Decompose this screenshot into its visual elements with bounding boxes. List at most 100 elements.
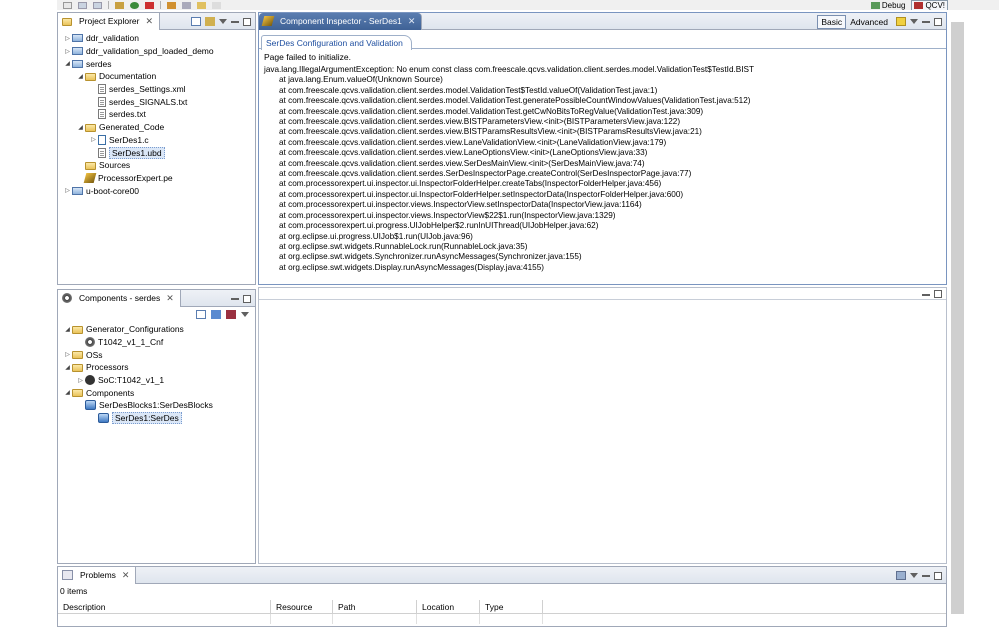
tree-item[interactable]: serdes_Settings.xml xyxy=(58,83,255,96)
close-icon[interactable]: ✕ xyxy=(406,16,416,27)
tree-item[interactable]: SerDes1:SerDes xyxy=(58,412,255,425)
maximize-icon[interactable] xyxy=(243,17,251,26)
debug-run-icon[interactable] xyxy=(130,1,139,9)
navigate-forward-icon[interactable] xyxy=(212,1,221,9)
collapsed-arrow-icon[interactable]: ▷ xyxy=(63,48,72,55)
tab-project-explorer[interactable]: Project Explorer ✕ xyxy=(58,12,161,30)
components-view: Components - serdes ✕ ◢ Generator_Configu… xyxy=(57,289,256,564)
processor-expert-icon[interactable] xyxy=(115,1,124,9)
project-icon xyxy=(72,186,83,195)
advanced-mode-button[interactable]: Advanced xyxy=(846,15,892,29)
tree-item[interactable]: ▷ SerDes1.c xyxy=(58,134,255,147)
tree-item[interactable]: serdes_SIGNALS.txt xyxy=(58,95,255,108)
minimize-icon[interactable] xyxy=(231,21,239,24)
minimize-icon[interactable] xyxy=(922,21,930,24)
minimize-icon[interactable] xyxy=(231,298,239,301)
file-icon xyxy=(98,96,106,107)
open-folder-icon[interactable] xyxy=(211,309,221,319)
view-menu-icon[interactable] xyxy=(241,311,249,317)
tree-item[interactable]: ◢ serdes xyxy=(58,57,255,70)
debug-perspective[interactable]: Debug xyxy=(870,1,905,10)
close-icon[interactable]: ✕ xyxy=(164,293,174,304)
tree-item[interactable]: T1042_v1_1_Cnf xyxy=(58,336,255,349)
tab-component-inspector[interactable]: Component Inspector - SerDes1 ✕ xyxy=(259,12,423,30)
basic-mode-button[interactable]: Basic xyxy=(817,14,847,29)
view-menu-icon[interactable] xyxy=(910,573,918,578)
component-library-icon[interactable] xyxy=(226,309,236,319)
new-icon[interactable] xyxy=(63,1,72,9)
filter-icon[interactable] xyxy=(896,571,906,580)
save-icon[interactable] xyxy=(78,1,87,9)
column-description[interactable]: Description xyxy=(58,600,271,614)
comp-icon xyxy=(85,400,96,411)
qcvs-perspective[interactable]: QCV! xyxy=(911,0,948,10)
expanded-arrow-icon[interactable]: ◢ xyxy=(63,364,72,371)
tree-item[interactable]: ◢ Generated_Code xyxy=(58,121,255,134)
tree-item[interactable]: ▷ ddr_validation xyxy=(58,32,255,45)
right-scroll-strip[interactable] xyxy=(951,22,964,614)
help-icon[interactable] xyxy=(896,17,906,26)
maximize-icon[interactable] xyxy=(934,571,942,580)
tree-item[interactable]: ◢ Generator_Configurations xyxy=(58,323,255,336)
close-icon[interactable]: ✕ xyxy=(143,16,153,27)
collapse-all-icon[interactable] xyxy=(191,17,201,26)
tree-item-label: serdes_SIGNALS.txt xyxy=(109,96,188,107)
minimize-icon[interactable] xyxy=(922,293,930,297)
tab-problems[interactable]: Problems ✕ xyxy=(58,566,137,584)
folder-icon xyxy=(72,325,83,334)
expanded-arrow-icon[interactable]: ◢ xyxy=(63,389,72,396)
tree-item[interactable]: ▷ SoC:T1042_v1_1 xyxy=(58,374,255,387)
view-menu-icon[interactable] xyxy=(910,19,918,24)
view-menu-icon[interactable] xyxy=(219,19,227,24)
save-all-icon[interactable] xyxy=(93,1,102,9)
stop-icon[interactable] xyxy=(145,1,154,9)
maximize-icon[interactable] xyxy=(934,17,942,26)
tree-item[interactable]: SerDesBlocks1:SerDesBlocks xyxy=(58,399,255,412)
maximize-icon[interactable] xyxy=(934,290,942,298)
search-tool-icon[interactable] xyxy=(182,1,191,9)
stack-frame-line: at com.freescale.qcvs.validation.client.… xyxy=(279,106,704,116)
navigate-back-icon[interactable] xyxy=(197,1,206,9)
collapsed-arrow-icon[interactable]: ▷ xyxy=(76,377,85,384)
tree-item-label: ProcessorExpert.pe xyxy=(98,172,173,183)
tree-item[interactable]: serdes.txt xyxy=(58,108,255,121)
expanded-arrow-icon[interactable]: ◢ xyxy=(63,326,72,333)
minimize-icon[interactable] xyxy=(922,575,930,578)
tree-item[interactable]: ◢ Processors xyxy=(58,361,255,374)
close-icon[interactable]: ✕ xyxy=(120,570,130,581)
build-icon[interactable] xyxy=(167,1,176,9)
tree-item[interactable]: ▷ ddr_validation_spd_loaded_demo xyxy=(58,45,255,58)
column-type[interactable]: Type xyxy=(480,600,543,614)
tree-item-label: SerDes1:SerDes xyxy=(112,412,182,425)
tree-item[interactable]: ProcessorExpert.pe xyxy=(58,172,255,185)
tree-item[interactable]: SerDes1.ubd xyxy=(58,146,255,159)
collapsed-arrow-icon[interactable]: ▷ xyxy=(89,136,98,143)
stack-frame-line: at com.freescale.qcvs.validation.client.… xyxy=(279,148,648,158)
link-with-editor-icon[interactable] xyxy=(205,17,215,26)
tree-item[interactable]: ◢ Documentation xyxy=(58,70,255,83)
problems-empty-row xyxy=(58,614,946,624)
tree-item[interactable]: ▷ u-boot-core00 xyxy=(58,184,255,197)
expanded-arrow-icon[interactable]: ◢ xyxy=(76,124,85,131)
column-resource[interactable]: Resource xyxy=(271,600,333,614)
expanded-arrow-icon[interactable]: ◢ xyxy=(76,73,85,80)
main-toolbar: Debug QCV! xyxy=(57,0,948,10)
column-location[interactable]: Location xyxy=(417,600,480,614)
tree-item[interactable]: Sources xyxy=(58,159,255,172)
problems-table-header: Description Resource Path Location Type xyxy=(58,600,946,614)
expanded-arrow-icon[interactable]: ◢ xyxy=(63,60,72,67)
maximize-icon[interactable] xyxy=(243,294,251,303)
tree-item[interactable]: ▷ OSs xyxy=(58,348,255,361)
collapsed-arrow-icon[interactable]: ▷ xyxy=(63,351,72,358)
tree-item-label: SerDesBlocks1:SerDesBlocks xyxy=(99,400,213,411)
tab-serdes-configuration[interactable]: SerDes Configuration and Validation xyxy=(261,35,412,50)
collapsed-arrow-icon[interactable]: ▷ xyxy=(63,187,72,194)
collapse-all-icon[interactable] xyxy=(196,309,206,319)
folder-icon xyxy=(85,72,96,81)
tree-item[interactable]: ◢ Components xyxy=(58,386,255,399)
collapsed-arrow-icon[interactable]: ▷ xyxy=(63,35,72,42)
column-path[interactable]: Path xyxy=(333,600,417,614)
problems-view: Problems ✕ 0 items Description Resource … xyxy=(57,566,947,627)
tab-components[interactable]: Components - serdes ✕ xyxy=(58,289,181,307)
problems-count: 0 items xyxy=(60,586,88,596)
